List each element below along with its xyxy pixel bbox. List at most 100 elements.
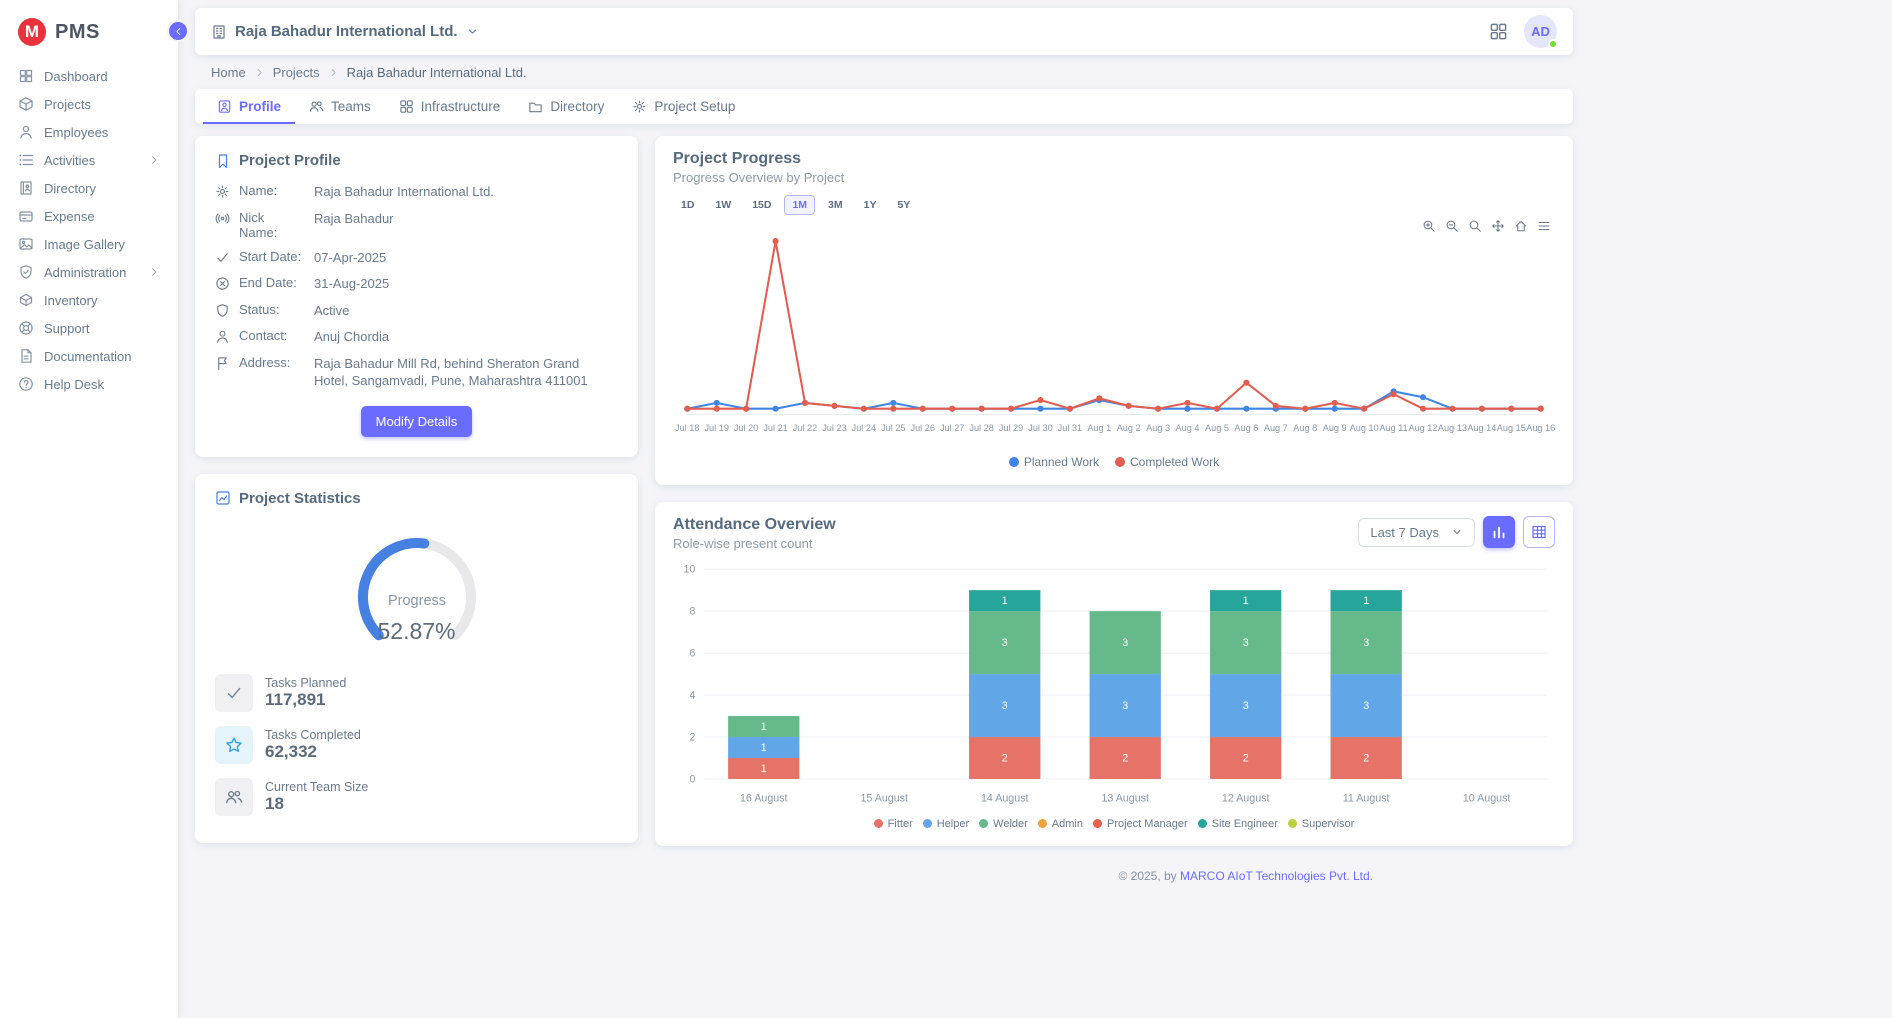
svg-text:Jul 26: Jul 26 — [911, 423, 935, 433]
legend-item-helper[interactable]: Helper — [923, 818, 969, 830]
pan-icon[interactable] — [1491, 219, 1505, 233]
person-badge-icon — [217, 99, 232, 114]
brand[interactable]: M PMS — [0, 0, 178, 62]
range-button-5y[interactable]: 5Y — [889, 195, 918, 215]
legend-item-project-manager[interactable]: Project Manager — [1093, 818, 1188, 830]
magnifier-icon[interactable] — [1468, 219, 1482, 233]
table-view-button[interactable] — [1523, 516, 1555, 548]
administration-icon — [18, 264, 34, 280]
modify-details-button[interactable]: Modify Details — [361, 406, 473, 437]
legend-item-site-engineer[interactable]: Site Engineer — [1198, 818, 1278, 830]
tab-profile[interactable]: Profile — [203, 89, 295, 124]
svg-text:12 August: 12 August — [1222, 793, 1270, 805]
svg-text:Jul 20: Jul 20 — [734, 423, 758, 433]
legend-item-planned-work[interactable]: Planned Work — [1009, 455, 1099, 469]
sidebar-item-projects[interactable]: Projects — [0, 90, 178, 118]
chart-toolbar — [673, 219, 1551, 233]
sidebar-item-help-desk[interactable]: Help Desk — [0, 370, 178, 398]
chevron-right-icon — [148, 266, 160, 278]
sidebar-item-inventory[interactable]: Inventory — [0, 286, 178, 314]
svg-text:Aug 2: Aug 2 — [1117, 423, 1141, 433]
svg-text:0: 0 — [689, 774, 695, 786]
svg-text:Aug 5: Aug 5 — [1205, 423, 1229, 433]
svg-text:Aug 14: Aug 14 — [1467, 423, 1496, 433]
sidebar-item-label: Dashboard — [44, 69, 108, 84]
online-status-dot — [1548, 39, 1558, 49]
range-button-15d[interactable]: 15D — [744, 195, 779, 215]
field-value: Raja Bahadur Mill Rd, behind Sheraton Gr… — [314, 355, 614, 390]
project-progress-title: Project Progress — [673, 150, 1555, 168]
svg-text:Aug 12: Aug 12 — [1408, 423, 1437, 433]
sidebar-item-directory[interactable]: Directory — [0, 174, 178, 202]
sidebar-collapse-button[interactable] — [167, 20, 189, 42]
menu-icon[interactable] — [1537, 219, 1551, 233]
svg-text:Aug 7: Aug 7 — [1264, 423, 1288, 433]
svg-text:Aug 10: Aug 10 — [1350, 423, 1379, 433]
field-value: 31-Aug-2025 — [314, 275, 389, 293]
sidebar-item-expense[interactable]: Expense — [0, 202, 178, 230]
svg-text:6: 6 — [689, 648, 695, 660]
tab-label: Teams — [331, 99, 371, 114]
attendance-bar-chart[interactable]: 024681016 August11115 August14 August233… — [673, 559, 1555, 814]
brand-logo: M — [18, 18, 46, 46]
bar-view-button[interactable] — [1483, 516, 1515, 548]
legend-item-supervisor[interactable]: Supervisor — [1288, 818, 1355, 830]
sidebar-item-label: Expense — [44, 209, 95, 224]
range-button-1d[interactable]: 1D — [673, 195, 702, 215]
sidebar-item-support[interactable]: Support — [0, 314, 178, 342]
sidebar: M PMS Dashboard ProjectsEmployeesActiviti… — [0, 0, 178, 1018]
sidebar-item-dashboard[interactable]: Dashboard — [0, 62, 178, 90]
field-value: 07-Apr-2025 — [314, 249, 386, 267]
user-avatar[interactable]: AD — [1524, 15, 1557, 48]
tab-infrastructure[interactable]: Infrastructure — [385, 89, 515, 124]
tab-project-setup[interactable]: Project Setup — [618, 89, 749, 124]
project-progress-card: Project Progress Progress Overview by Pr… — [655, 136, 1573, 485]
zoom-out-icon[interactable] — [1445, 219, 1459, 233]
sidebar-item-label: Help Desk — [44, 377, 104, 392]
stat-value: 117,891 — [265, 690, 346, 710]
legend-item-admin[interactable]: Admin — [1038, 818, 1083, 830]
sidebar-item-activities[interactable]: Activities — [0, 146, 178, 174]
range-button-1y[interactable]: 1Y — [856, 195, 885, 215]
range-button-3m[interactable]: 3M — [820, 195, 851, 215]
project-profile-card: Project Profile Name:Raja Bahadur Intern… — [195, 136, 638, 457]
tab-teams[interactable]: Teams — [295, 89, 385, 124]
legend-label: Welder — [993, 818, 1028, 830]
breadcrumb-item-projects[interactable]: Projects — [273, 65, 320, 80]
legend-item-completed-work[interactable]: Completed Work — [1115, 455, 1219, 469]
profile-field-contact: Contact:Anuj Chordia — [215, 328, 618, 346]
svg-text:1: 1 — [761, 763, 767, 775]
legend-dot — [979, 819, 988, 828]
svg-text:Aug 6: Aug 6 — [1234, 423, 1258, 433]
star-icon — [225, 736, 243, 754]
date-range-select[interactable]: Last 7 Days — [1358, 518, 1475, 547]
brand-name: PMS — [55, 21, 100, 44]
footer-company-link[interactable]: MARCO AIoT Technologies Pvt. Ltd. — [1180, 869, 1373, 883]
tab-bar: Profile Teams Infrastructure DirectoryProje… — [195, 89, 1573, 124]
avatar-initials: AD — [1531, 24, 1550, 39]
home-icon[interactable] — [1514, 219, 1528, 233]
project-progress-chart[interactable]: Jul 18Jul 19Jul 20Jul 21Jul 22Jul 23Jul … — [673, 221, 1555, 451]
svg-text:Progress: Progress — [387, 593, 445, 609]
range-button-1m[interactable]: 1M — [784, 195, 815, 215]
breadcrumb-item-home[interactable]: Home — [211, 65, 246, 80]
range-button-1w[interactable]: 1W — [707, 195, 739, 215]
profile-field-name: Name:Raja Bahadur International Ltd. — [215, 183, 618, 201]
zoom-in-icon[interactable] — [1422, 219, 1436, 233]
sidebar-item-image-gallery[interactable]: Image Gallery — [0, 230, 178, 258]
stat-label: Current Team Size — [265, 780, 368, 794]
apps-grid-icon[interactable] — [1489, 22, 1508, 41]
sidebar-item-documentation[interactable]: Documentation — [0, 342, 178, 370]
tab-directory[interactable]: Directory — [514, 89, 618, 124]
table-icon — [1531, 524, 1547, 540]
company-selector[interactable]: Raja Bahadur International Ltd. — [211, 23, 479, 40]
sidebar-item-administration[interactable]: Administration — [0, 258, 178, 286]
legend-item-welder[interactable]: Welder — [979, 818, 1028, 830]
tab-label: Infrastructure — [421, 99, 501, 114]
sidebar-item-employees[interactable]: Employees — [0, 118, 178, 146]
chevron-right-icon — [148, 154, 160, 166]
legend-item-fitter[interactable]: Fitter — [874, 818, 913, 830]
breadcrumb-separator-icon — [254, 67, 265, 78]
broadcast-icon — [215, 211, 230, 226]
svg-text:2: 2 — [1243, 753, 1249, 765]
